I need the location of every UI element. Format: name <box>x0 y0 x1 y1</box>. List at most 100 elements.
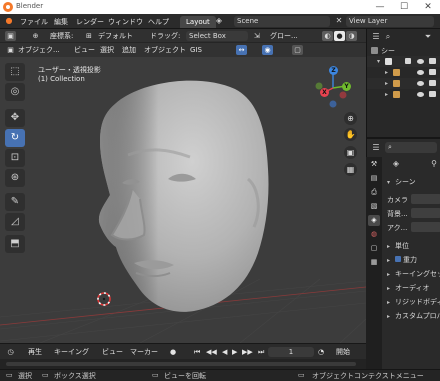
properties-search-input[interactable]: ⌕ <box>385 142 437 153</box>
record-icon[interactable]: ● <box>170 347 176 357</box>
close-button[interactable]: ✕ <box>416 0 440 14</box>
menu-help[interactable]: ヘルプ <box>148 17 169 27</box>
menu-object[interactable]: オブジェクト <box>144 45 186 55</box>
next-key-icon[interactable]: ▶▶ <box>242 347 253 357</box>
jump-start-icon[interactable]: ⏮ <box>194 347 200 357</box>
panel-audio[interactable]: オーディオ <box>395 283 430 293</box>
reverse-play-icon[interactable]: ◀ <box>222 347 227 357</box>
prev-key-icon[interactable]: ◀◀ <box>206 347 217 357</box>
perspective-grid-icon[interactable]: ▦ <box>344 163 357 176</box>
mode-dropdown[interactable]: オブジェク... <box>18 45 60 55</box>
orientation-dropdown[interactable]: デフォルト <box>98 31 133 41</box>
eye-icon[interactable] <box>417 59 424 64</box>
scene-section-title[interactable]: シーン <box>395 177 416 187</box>
eye-icon[interactable] <box>417 81 424 86</box>
eye-icon[interactable] <box>417 70 424 75</box>
current-frame-field[interactable]: 1 <box>268 347 314 357</box>
tool-tab-icon[interactable]: ⚒ <box>368 159 380 170</box>
maximize-button[interactable]: ☐ <box>392 0 416 14</box>
rotate-tool[interactable]: ↻ <box>5 129 25 147</box>
playback-menu[interactable]: 再生 <box>28 347 42 357</box>
gravity-checkbox[interactable] <box>395 256 401 262</box>
camera-view-icon[interactable]: ▣ <box>344 146 357 159</box>
timeline-view-menu[interactable]: ビュー <box>102 347 123 357</box>
outliner-funnel-icon[interactable]: ⏷ <box>423 32 433 42</box>
collapse-scene-icon[interactable]: ▾ <box>387 179 390 186</box>
expand-custom-props-icon[interactable]: ▸ <box>387 313 390 320</box>
gizmo-toggle-icon[interactable]: ↔ <box>236 45 247 55</box>
gizmo-z-label[interactable]: Z <box>329 66 338 75</box>
output-tab-icon[interactable]: ⎙ <box>368 187 380 198</box>
transform-tool[interactable]: ⊛ <box>5 169 25 187</box>
texture-tab-icon[interactable]: ▦ <box>368 257 380 268</box>
collection-tab-icon[interactable]: ▢ <box>368 243 380 254</box>
menu-render[interactable]: レンダー <box>76 17 104 27</box>
expand-keying-icon[interactable]: ▸ <box>387 271 390 278</box>
scene-selector[interactable]: Scene <box>234 16 330 27</box>
marker-menu[interactable]: マーカー <box>130 347 158 357</box>
blender-menu-icon[interactable]: ● <box>4 16 14 26</box>
transform-dropdown[interactable]: グロー... <box>270 31 298 41</box>
eye-icon[interactable] <box>417 92 424 97</box>
background-scene-field[interactable] <box>411 208 440 218</box>
jump-end-icon[interactable]: ⏭ <box>258 347 264 357</box>
gizmo-y-label[interactable]: Y <box>342 82 351 91</box>
add-cube-tool[interactable]: ⬒ <box>5 235 25 253</box>
panel-custom-properties[interactable]: カスタムプロパ <box>395 311 440 321</box>
expand-rigidbody-icon[interactable]: ▸ <box>387 299 390 306</box>
scale-tool[interactable]: ⊡ <box>5 149 25 167</box>
pin-icon[interactable]: ⚲ <box>429 159 439 169</box>
view-layer-selector[interactable]: View Layer <box>346 16 434 27</box>
expand-units-icon[interactable]: ▸ <box>387 243 390 250</box>
overlay-toggle-icon[interactable]: ◉ <box>262 45 273 55</box>
solid-shading-icon[interactable]: ● <box>334 31 345 41</box>
menu-edit[interactable]: 編集 <box>54 17 68 27</box>
panel-rigid-body[interactable]: リジッドボディ <box>395 297 440 307</box>
active-clip-field[interactable] <box>411 222 440 232</box>
expand-gravity-icon[interactable]: ▸ <box>387 257 390 264</box>
list-item[interactable]: ▾ <box>367 56 440 67</box>
pan-hand-icon[interactable]: ✋ <box>344 128 357 141</box>
play-icon[interactable]: ▶ <box>232 347 237 357</box>
snap-icon[interactable]: ⇲ <box>254 31 260 41</box>
panel-gravity[interactable]: 重力 <box>403 255 417 265</box>
scene-tab-icon[interactable]: ◈ <box>368 215 380 226</box>
measure-tool[interactable]: ◿ <box>5 213 25 231</box>
drag-dropdown[interactable]: Select Box <box>186 31 248 41</box>
menu-view[interactable]: ビュー <box>74 45 95 55</box>
render-tab-icon[interactable]: ▤ <box>368 173 380 184</box>
timer-icon[interactable]: ◔ <box>318 347 324 357</box>
render-camera-icon[interactable] <box>429 80 436 86</box>
world-tab-icon[interactable]: ◍ <box>368 229 380 240</box>
outliner-editor-icon[interactable]: ☰ <box>371 32 381 42</box>
expand-audio-icon[interactable]: ▸ <box>387 285 390 292</box>
close-scene-icon[interactable]: ✕ <box>334 16 344 26</box>
tool-settings-icon[interactable]: ▣ <box>5 31 16 41</box>
panel-units[interactable]: 単位 <box>395 241 409 251</box>
exclude-checkbox[interactable] <box>405 58 411 64</box>
menu-add[interactable]: 追加 <box>122 45 136 55</box>
move-tool[interactable]: ✥ <box>5 109 25 127</box>
expand-icon[interactable]: ▸ <box>385 80 388 87</box>
outliner-filter-icon[interactable]: ⌕ <box>383 32 393 42</box>
timeline-editor-icon[interactable]: ◷ <box>5 347 16 357</box>
gizmo-x-label[interactable]: X <box>320 88 329 97</box>
menu-window[interactable]: ウィンドウ <box>108 17 143 27</box>
render-camera-icon[interactable] <box>429 69 436 75</box>
list-item[interactable]: ▸ <box>367 89 440 100</box>
expand-icon[interactable]: ▾ <box>377 58 380 65</box>
panel-keying-sets[interactable]: キーイングセッ <box>395 269 440 279</box>
list-item[interactable]: ▸ <box>367 67 440 78</box>
timeline-track[interactable] <box>0 359 366 369</box>
view-layer-tab-icon[interactable]: ▧ <box>368 201 380 212</box>
outliner-scene-row[interactable]: シー <box>367 45 440 56</box>
menu-gis[interactable]: GIS <box>190 45 202 55</box>
menu-select[interactable]: 選択 <box>100 45 114 55</box>
keying-menu[interactable]: キーイング <box>54 347 89 357</box>
wireframe-shading-icon[interactable]: ◐ <box>322 31 333 41</box>
cursor-tool[interactable]: ◎ <box>5 83 25 101</box>
timeline-scrubber[interactable] <box>6 362 356 366</box>
annotate-tool[interactable]: ✎ <box>5 193 25 211</box>
properties-editor-icon[interactable]: ☰ <box>371 143 381 153</box>
expand-icon[interactable]: ▸ <box>385 69 388 76</box>
